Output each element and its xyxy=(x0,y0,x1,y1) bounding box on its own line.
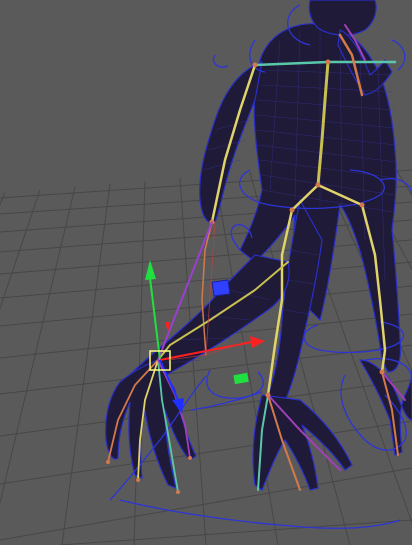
3d-viewport[interactable] xyxy=(0,0,412,545)
pole-vector-box[interactable] xyxy=(211,279,231,297)
